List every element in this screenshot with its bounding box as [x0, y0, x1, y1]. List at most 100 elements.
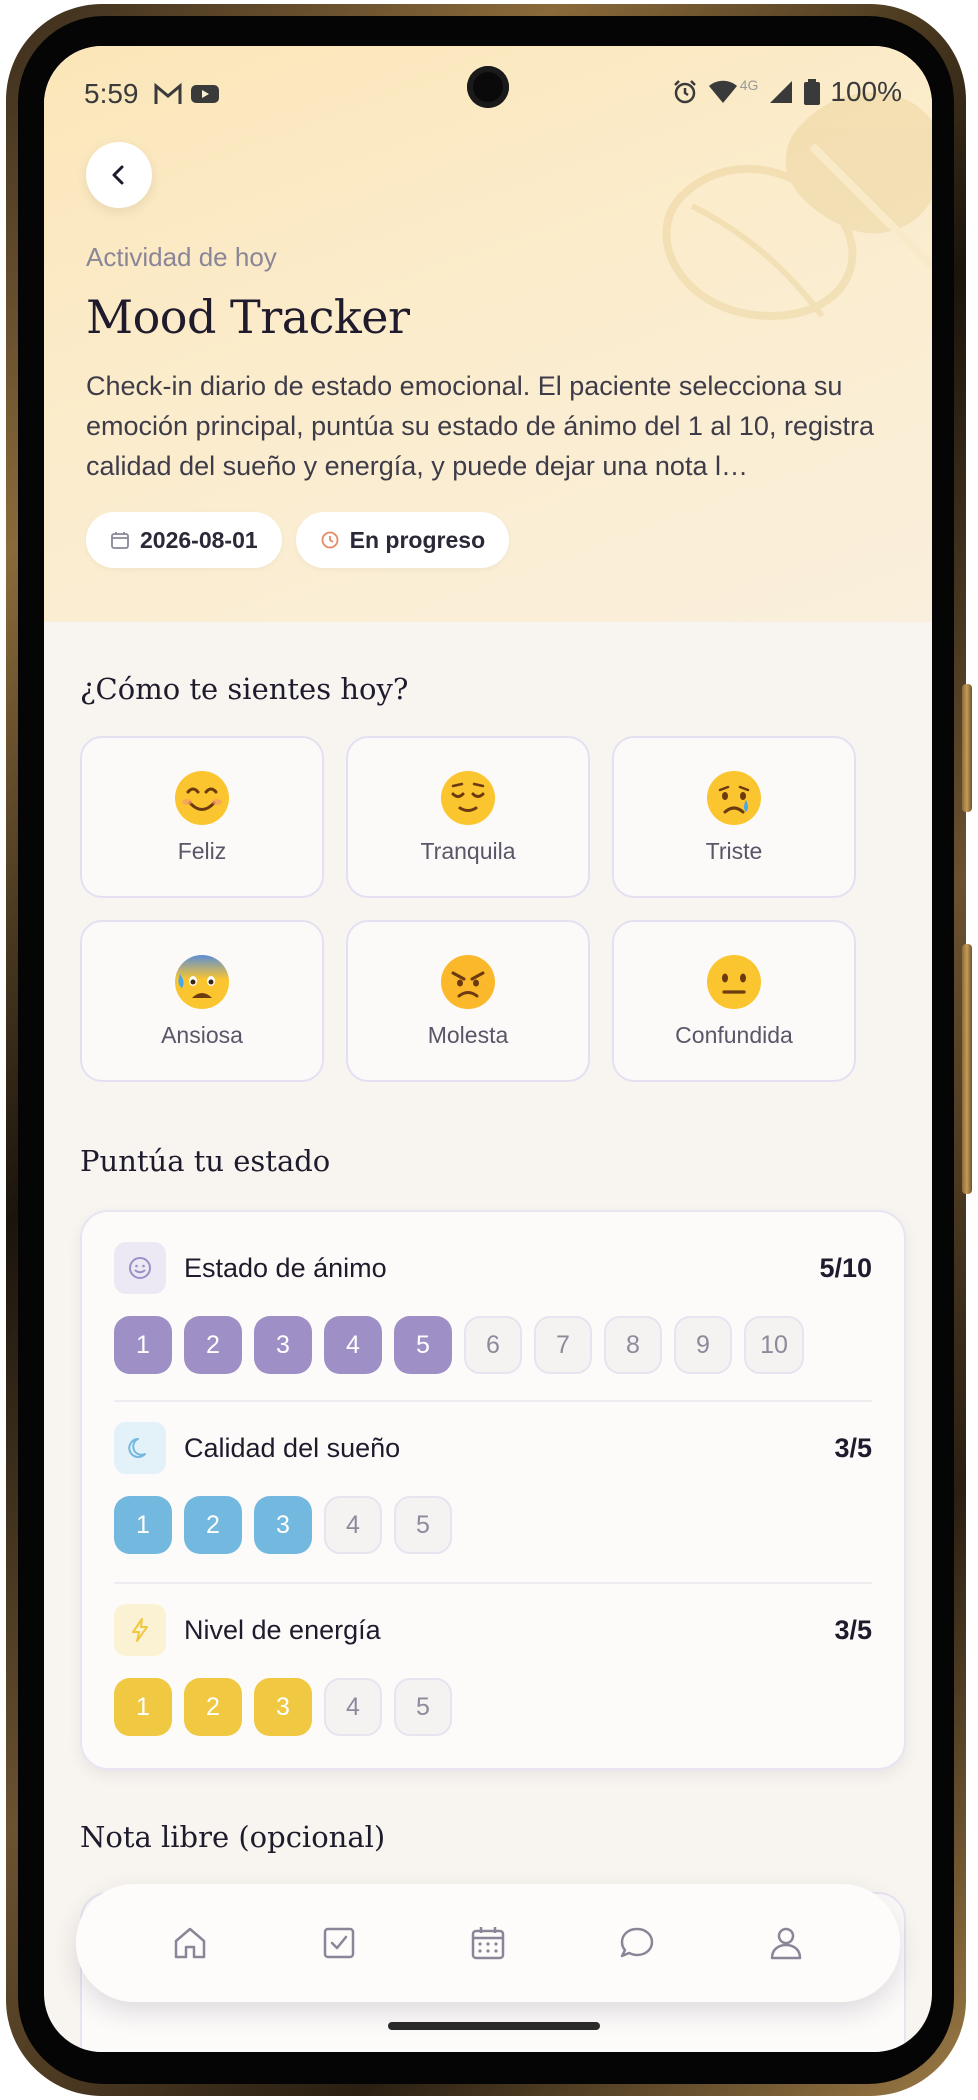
- page-title: Mood Tracker: [86, 290, 410, 344]
- tasks-icon: [323, 1927, 355, 1959]
- notification-icons: [154, 82, 220, 106]
- emotion-option-tranquila[interactable]: Tranquila: [346, 736, 590, 898]
- metric-header: Calidad del sueño 3/5: [114, 1422, 872, 1474]
- system-status: 4G 100%: [672, 76, 902, 108]
- youtube-icon: [191, 85, 219, 103]
- anxious-face-icon: [175, 954, 229, 1009]
- note-section-title: Nota libre (opcional): [80, 1820, 386, 1854]
- date-chip-label: 2026-08-01: [140, 526, 258, 553]
- metric-energy: Nivel de energía 3/5 1 2 3 4 5: [114, 1604, 872, 1736]
- battery-level: 100%: [830, 76, 902, 107]
- lightning-icon: [132, 1618, 148, 1642]
- metric-header: Nivel de energía 3/5: [114, 1604, 872, 1656]
- scale-option[interactable]: 5: [394, 1496, 452, 1554]
- nav-tasks[interactable]: [307, 1911, 371, 1975]
- scale-option[interactable]: 3: [254, 1678, 312, 1736]
- metric-name: Calidad del sueño: [184, 1432, 401, 1463]
- energy-scale: 1 2 3 4 5: [114, 1678, 872, 1736]
- scale-option[interactable]: 6: [464, 1316, 522, 1374]
- status-bar: 5:59 4G 100%: [44, 46, 932, 146]
- neutral-face-icon: [707, 954, 761, 1009]
- scale-option[interactable]: 2: [184, 1316, 242, 1374]
- emotion-option-ansiosa[interactable]: Ansiosa: [80, 920, 324, 1082]
- metric-header: Estado de ánimo 5/10: [114, 1242, 872, 1294]
- network-type: 4G: [739, 77, 759, 93]
- emotion-grid: Feliz Tranquila Triste Ansiosa Molesta C…: [80, 736, 860, 1082]
- home-icon: [175, 1927, 206, 1959]
- scale-option[interactable]: 5: [394, 1316, 452, 1374]
- metric-sleep: Calidad del sueño 3/5 1 2 3 4 5: [114, 1422, 872, 1554]
- nav-profile[interactable]: [754, 1911, 818, 1975]
- activity-description: Check-in diario de estado emocional. El …: [86, 371, 874, 481]
- scale-option[interactable]: 3: [254, 1316, 312, 1374]
- emotion-option-molesta[interactable]: Molesta: [346, 920, 590, 1082]
- emotion-option-feliz[interactable]: Feliz: [80, 736, 324, 898]
- calendar-icon: [111, 532, 129, 549]
- battery-icon: [804, 79, 821, 105]
- screen: 5:59 4G 100% Actividad de hoy Mood Track…: [44, 46, 932, 2052]
- emotion-label: Confundida: [675, 1021, 793, 1048]
- scale-option[interactable]: 4: [324, 1316, 382, 1374]
- signal-icon: [770, 81, 793, 103]
- emotion-label: Molesta: [427, 1021, 509, 1048]
- emotions-section-title: ¿Cómo te sientes hoy?: [80, 672, 409, 706]
- emotion-option-triste[interactable]: Triste: [612, 736, 856, 898]
- scale-option[interactable]: 9: [674, 1316, 732, 1374]
- scale-option[interactable]: 7: [534, 1316, 592, 1374]
- gmail-icon: [154, 82, 182, 104]
- relieved-face-icon: [441, 770, 495, 825]
- front-camera: [467, 66, 509, 108]
- status-time: 5:59: [84, 78, 139, 109]
- scale-option[interactable]: 1: [114, 1496, 172, 1554]
- scale-option[interactable]: 5: [394, 1678, 452, 1736]
- date-chip: 2026-08-01: [86, 512, 282, 568]
- nav-chat[interactable]: [605, 1911, 669, 1975]
- scale-option[interactable]: 2: [184, 1678, 242, 1736]
- emotion-label: Triste: [705, 837, 763, 864]
- emotion-option-confundida[interactable]: Confundida: [612, 920, 856, 1082]
- scale-option[interactable]: 4: [324, 1678, 382, 1736]
- mood-scale: 1 2 3 4 5 6 7 8 9 10: [114, 1316, 872, 1374]
- metric-icon-box: [114, 1422, 166, 1474]
- power-button: [962, 944, 972, 1194]
- wifi-icon: [708, 80, 737, 103]
- scale-option[interactable]: 2: [184, 1496, 242, 1554]
- moon-icon: [128, 1438, 146, 1458]
- metric-value: 5/10: [819, 1252, 872, 1283]
- metric-value: 3/5: [834, 1432, 872, 1463]
- home-indicator[interactable]: [388, 2022, 600, 2030]
- scale-option[interactable]: 3: [254, 1496, 312, 1554]
- scale-option[interactable]: 1: [114, 1678, 172, 1736]
- nav-calendar[interactable]: [456, 1911, 520, 1975]
- status-chip-label: En progreso: [349, 526, 486, 553]
- scale-option[interactable]: 10: [744, 1316, 804, 1374]
- rating-card: Estado de ánimo 5/10 1 2 3 4 5 6 7 8 9 1…: [80, 1210, 906, 1770]
- metric-value: 3/5: [834, 1614, 872, 1645]
- activity-eyebrow: Actividad de hoy: [86, 242, 277, 272]
- metric-divider: [114, 1400, 872, 1402]
- metric-name: Nivel de energía: [184, 1614, 381, 1645]
- metric-name: Estado de ánimo: [184, 1252, 387, 1283]
- metric-divider: [114, 1582, 872, 1584]
- nav-home[interactable]: [158, 1911, 222, 1975]
- emotion-label: Ansiosa: [161, 1021, 243, 1048]
- crying-face-icon: [707, 770, 761, 825]
- chevron-left-icon: [112, 165, 124, 185]
- back-button[interactable]: [86, 142, 152, 208]
- chat-icon: [620, 1927, 654, 1958]
- scale-option[interactable]: 4: [324, 1496, 382, 1554]
- metric-icon-box: [114, 1242, 166, 1294]
- rating-section-title: Puntúa tu estado: [80, 1144, 331, 1178]
- alarm-icon: [673, 80, 696, 104]
- emotion-label: Tranquila: [420, 837, 516, 864]
- metric-mood: Estado de ánimo 5/10 1 2 3 4 5 6 7 8 9 1…: [114, 1242, 872, 1374]
- clock-icon: [321, 531, 339, 549]
- scale-option[interactable]: 8: [604, 1316, 662, 1374]
- profile-icon: [770, 1927, 801, 1960]
- smiling-face-icon: [175, 770, 229, 825]
- status-chip: En progreso: [295, 512, 510, 568]
- info-chips: 2026-08-01 En progreso: [86, 512, 510, 568]
- sleep-scale: 1 2 3 4 5: [114, 1496, 872, 1554]
- volume-button: [962, 684, 972, 812]
- scale-option[interactable]: 1: [114, 1316, 172, 1374]
